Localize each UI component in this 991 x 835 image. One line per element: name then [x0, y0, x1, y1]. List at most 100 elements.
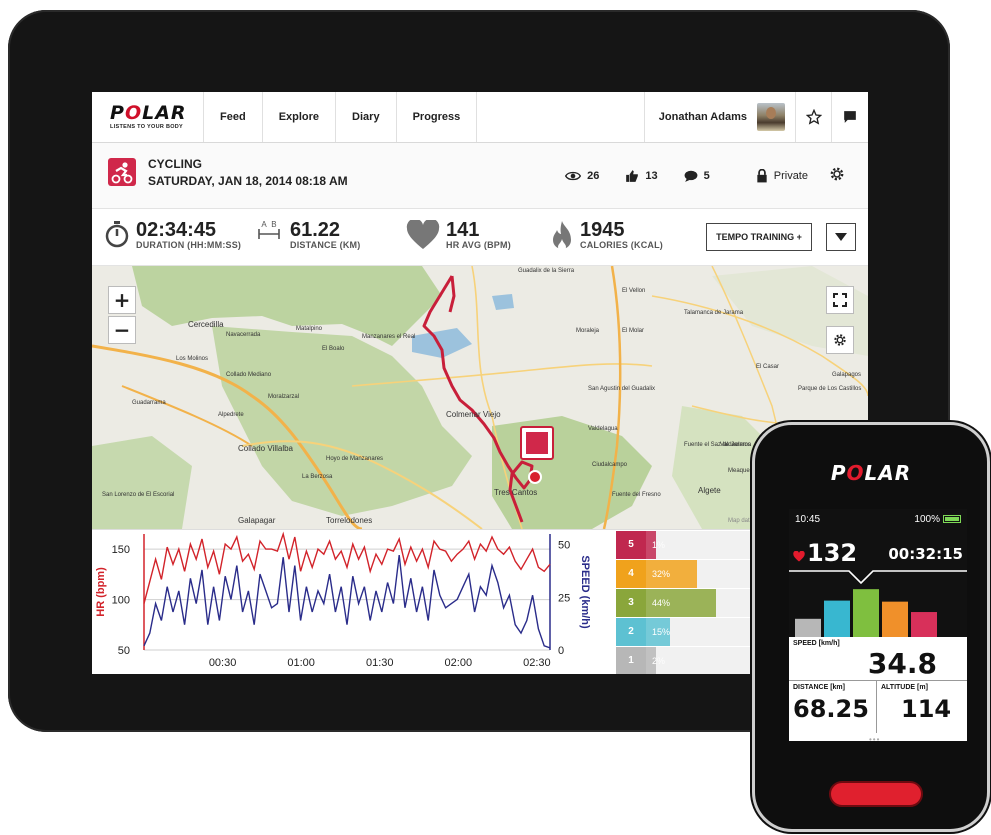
privacy-label[interactable]: Private [774, 170, 808, 182]
place-alpedrete: Alpedrete [218, 412, 244, 418]
speed-tick-label: 0 [558, 645, 564, 657]
watch-altitude-value: 114 [901, 695, 952, 723]
top-nav: POLAR LISTENS TO YOUR BODY Feed Explore … [92, 92, 868, 143]
watch-speed-label: SPEED [km/h] [793, 640, 840, 647]
place-cercedilla: Cercedilla [188, 320, 224, 329]
watch-logo-letter: L [864, 461, 879, 485]
watch-zone-bar [824, 600, 850, 637]
hr-tick-label: 150 [112, 544, 130, 556]
watch-start-button[interactable] [829, 781, 923, 807]
place-los-molinos: Los Molinos [176, 356, 209, 362]
time-tick-label: 00:30 [209, 657, 237, 669]
watch-logo-letter: O [846, 461, 865, 485]
calories-value: 1945 [580, 219, 625, 241]
place-collado-villalba: Collado Villalba [238, 444, 293, 453]
a-b-icon: A B [256, 220, 282, 241]
duration-label: DURATION (HH:MM:SS) [136, 240, 242, 250]
activity-date: SATURDAY, JAN 18, 2014 08:18 AM [148, 174, 348, 188]
chevron-down-icon [835, 233, 847, 241]
hr-zone-bar: 44% [646, 588, 717, 617]
distance-value: 61.22 [290, 219, 341, 241]
expand-icon [833, 293, 847, 307]
activity-settings-button[interactable] [828, 165, 846, 188]
place-torrelodones: Torrelodones [326, 516, 373, 525]
cycling-marker-icon [526, 432, 548, 454]
comment-icon[interactable] [684, 170, 698, 182]
hr-tick-label: 50 [118, 645, 130, 657]
watch-distance-field: DISTANCE [km] 68.25 [789, 681, 877, 733]
watch-speed-field: SPEED [km/h] 34.8 [789, 637, 967, 681]
hr-zone-bar: 15% [646, 617, 670, 646]
hr-summary: 141 HR AVG (BPM) [406, 220, 511, 250]
thumbs-up-icon[interactable] [625, 169, 639, 183]
activity-stats: 26 13 5 Private [565, 169, 808, 183]
message-icon [844, 111, 856, 123]
logo-tagline: LISTENS TO YOUR BODY [110, 124, 184, 130]
hr-zone-bar: 32% [646, 559, 698, 588]
cycling-icon [108, 158, 136, 186]
watch-zone-bar [853, 589, 879, 637]
watch-heart-icon [793, 551, 805, 562]
zoom-in-button[interactable]: + [108, 286, 136, 314]
watch-screen: 10:45 100% 132 00:32:15 SPEED [km/h] 34.… [789, 509, 967, 744]
nav-explore[interactable]: Explore [263, 92, 337, 142]
duration-summary: 02:34:45 DURATION (HH:MM:SS) [104, 220, 241, 250]
watch-distance-label: DISTANCE [km] [793, 684, 845, 691]
place-guadalix: Guadalix de la Sierra [518, 268, 575, 274]
watch-hr-panel: 132 00:32:15 [789, 529, 967, 637]
comments-count: 5 [703, 170, 710, 182]
calories-summary: 1945 CALORIES (KCAL) [550, 220, 663, 252]
favorites-button[interactable] [796, 92, 832, 142]
place-valdeolmos: Valdeolmos [720, 442, 751, 448]
place-algete: Algete [698, 486, 721, 495]
place-la-berzosa: La Berzosa [302, 474, 333, 480]
hr-zone-number: 2 [616, 617, 646, 646]
stopwatch-icon [105, 221, 129, 248]
time-tick-label: 01:30 [366, 657, 394, 669]
watch-zone-bar [911, 612, 937, 637]
place-valdelagua: Valdelagua [588, 426, 618, 432]
map-settings-button[interactable] [826, 326, 854, 354]
place-ciudalcampo: Ciudalcampo [592, 462, 628, 468]
zoom-out-button[interactable]: − [108, 316, 136, 344]
summary-bar: 02:34:45 DURATION (HH:MM:SS) A B 61.22 DIS… [92, 210, 868, 266]
distance-summary: A B 61.22 DISTANCE (KM) [256, 220, 360, 250]
place-san-agustin: San Agustin del Guadalix [588, 386, 656, 392]
watch-status-bar: 10:45 100% [789, 509, 967, 529]
user-menu[interactable]: Jonathan Adams [645, 92, 796, 142]
avatar [757, 103, 785, 131]
hr-zone-number: 1 [616, 646, 646, 674]
logo-o: O [124, 102, 143, 124]
battery-icon [943, 514, 961, 523]
place-talamanca: Talamanca de Jarama [684, 310, 744, 316]
distance-label: DISTANCE (KM) [290, 240, 361, 250]
place-matalpino: Matalpino [296, 326, 323, 332]
watch-page-dots: ••• [869, 735, 881, 744]
watch-altitude-label: ALTITUDE [m] [881, 684, 928, 691]
logo-rest: LAR [142, 102, 187, 124]
fullscreen-button[interactable] [826, 286, 854, 314]
place-parque: Parque de Los Castillos [798, 386, 862, 392]
messages-button[interactable] [832, 92, 868, 142]
watch-altitude-field: ALTITUDE [m] 114 [877, 681, 967, 733]
duration-value: 02:34:45 [136, 219, 217, 241]
watch-time: 10:45 [795, 513, 821, 525]
summary-dropdown-button[interactable] [826, 223, 856, 251]
flame-icon [553, 221, 571, 251]
place-el-casar: El Casar [756, 364, 780, 370]
place-colmenar: Colmenar Viejo [446, 410, 501, 419]
nav-progress[interactable]: Progress [397, 92, 478, 142]
time-tick-label: 02:30 [523, 657, 551, 669]
activity-marker[interactable] [520, 426, 554, 460]
watch-zone-chart [789, 570, 967, 637]
hr-zone-number: 4 [616, 559, 646, 588]
place-meaques: Meaques [728, 468, 753, 474]
polar-logo[interactable]: POLAR LISTENS TO YOUR BODY [92, 92, 204, 142]
place-hoyo: Hoyo de Manzanares [326, 456, 384, 462]
nav-diary[interactable]: Diary [336, 92, 397, 142]
tempo-training-button[interactable]: TEMPO TRAINING + [706, 223, 812, 251]
place-el-molar: El Molar [622, 328, 645, 334]
nav-feed[interactable]: Feed [204, 92, 263, 142]
activity-type: CYCLING [148, 157, 202, 171]
hr-axis-label: HR (bpm) [95, 567, 107, 617]
